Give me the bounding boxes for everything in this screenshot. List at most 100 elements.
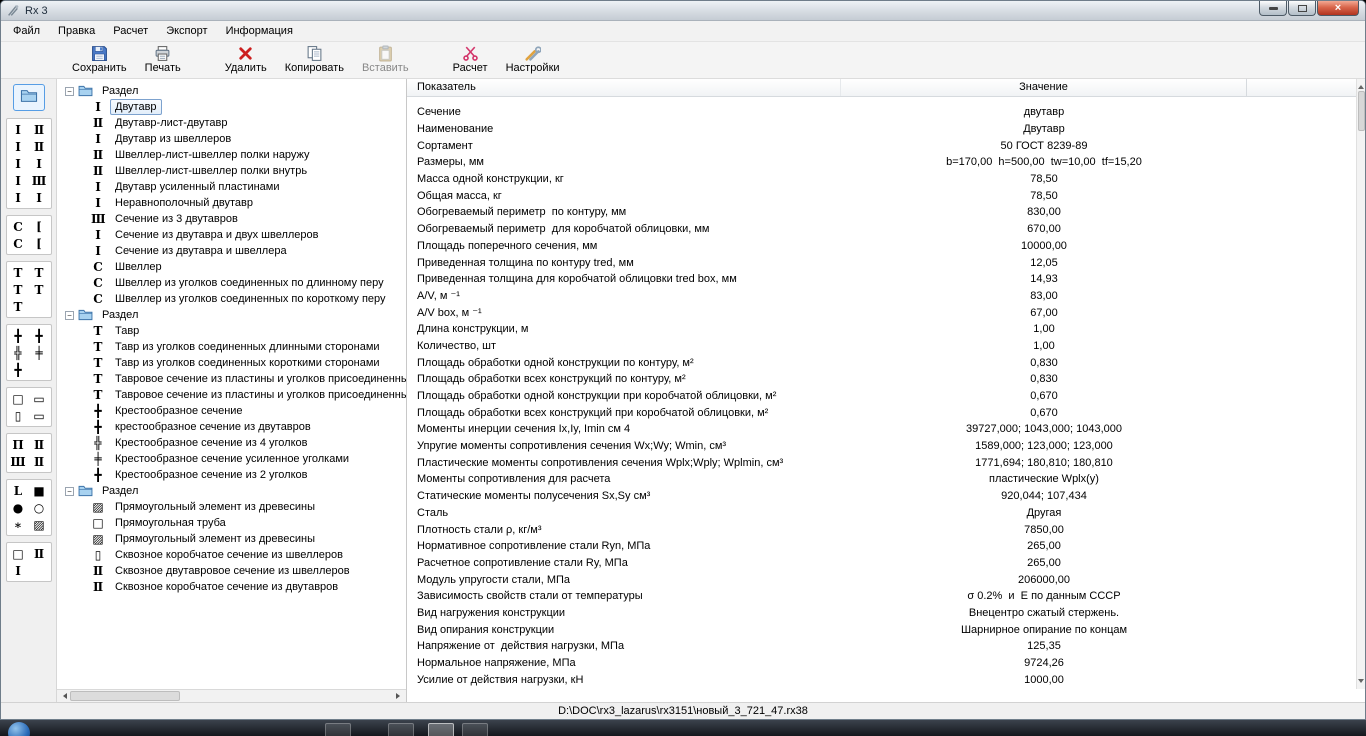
section-type-icon[interactable]: ╋	[8, 361, 29, 378]
tree-item[interactable]: ТТавр из уголков соединенных короткими с…	[65, 355, 406, 371]
section-type-icon[interactable]: Ⅱ	[29, 138, 50, 155]
section-type-icon[interactable]: ▭	[29, 407, 50, 424]
menu-info[interactable]: Информация	[217, 21, 302, 41]
table-row[interactable]: Нормальное напряжение, МПа9724,26	[407, 655, 1365, 672]
table-row[interactable]: Приведенная толщина по контуру tred, мм1…	[407, 254, 1365, 271]
section-type-icon[interactable]: ▨	[29, 516, 50, 533]
table-row[interactable]: Модуль упругости стали, МПа206000,00	[407, 571, 1365, 588]
section-type-icon[interactable]: ▭	[29, 390, 50, 407]
section-type-icon[interactable]: L	[8, 482, 29, 499]
section-type-icon[interactable]: Т	[8, 264, 29, 281]
section-type-icon[interactable]: Ⅱ	[29, 121, 50, 138]
table-row[interactable]: Пластические моменты сопротивления сечен…	[407, 454, 1365, 471]
taskbar-button[interactable]	[428, 723, 454, 736]
section-type-icon[interactable]: С	[8, 218, 29, 235]
tree-item[interactable]: ТТавровое сечение из пластины и уголков …	[65, 371, 406, 387]
section-type-icon[interactable]: ╋	[29, 327, 50, 344]
table-row[interactable]: Масса одной конструкции, кг78,50	[407, 171, 1365, 188]
section-type-icon[interactable]: ╬	[8, 344, 29, 361]
table-row[interactable]: Упругие моменты сопротивления сечения Wx…	[407, 438, 1365, 455]
section-type-icon[interactable]: ╪	[29, 344, 50, 361]
table-row[interactable]: Сечениедвутавр	[407, 104, 1365, 121]
section-type-icon[interactable]: Ⅲ	[29, 172, 50, 189]
table-row[interactable]: Обогреваемый периметр по контуру, мм830,…	[407, 204, 1365, 221]
table-row[interactable]: Площадь обработки всех конструкций при к…	[407, 404, 1365, 421]
table-row[interactable]: A/V, м ⁻¹83,00	[407, 288, 1365, 305]
table-row[interactable]: Количество, шт1,00	[407, 338, 1365, 355]
section-type-icon[interactable]: [	[29, 218, 50, 235]
table-row[interactable]: Плотность стали ρ, кг/м³7850,00	[407, 521, 1365, 538]
section-type-icon[interactable]: Ⅰ	[8, 121, 29, 138]
table-row[interactable]: Площадь поперечного сечения, мм10000,00	[407, 238, 1365, 255]
table-row[interactable]: Моменты инерции сечения Ix,Iy, Imin см 4…	[407, 421, 1365, 438]
section-type-icon[interactable]: Ⅰ	[8, 189, 29, 206]
calc-button[interactable]: Расчет	[444, 43, 497, 74]
tree-section-2[interactable]: −Раздел	[65, 307, 406, 323]
menu-export[interactable]: Экспорт	[157, 21, 216, 41]
close-button[interactable]: ×	[1317, 1, 1359, 16]
tree-item[interactable]: ╬Крестообразное сечение из 4 уголков	[65, 435, 406, 451]
table-row[interactable]: Моменты сопротивления для расчетапластич…	[407, 471, 1365, 488]
tree-item[interactable]: ТТавр	[65, 323, 406, 339]
start-button[interactable]	[8, 722, 30, 736]
menu-calc[interactable]: Расчет	[104, 21, 157, 41]
table-row[interactable]: Сортамент50 ГОСТ 8239-89	[407, 137, 1365, 154]
sidebar-sections-button[interactable]	[13, 84, 45, 111]
tree-item[interactable]: ╋Крестообразное сечение из 2 уголков	[65, 467, 406, 483]
section-type-icon[interactable]: Т	[29, 281, 50, 298]
tree-item[interactable]: □Прямоугольная труба	[65, 515, 406, 531]
table-row[interactable]: Площадь обработки одной конструкции по к…	[407, 354, 1365, 371]
tree-item[interactable]: ⅠНеравнополочный двутавр	[65, 195, 406, 211]
delete-button[interactable]: Удалить	[216, 43, 276, 74]
menu-file[interactable]: Файл	[4, 21, 49, 41]
scroll-right-button[interactable]	[393, 690, 406, 702]
tree-item[interactable]: ⅡСквозное коробчатое сечение из двутавро…	[65, 579, 406, 595]
tree-item[interactable]: СШвеллер из уголков соединенных по длинн…	[65, 275, 406, 291]
hscroll-thumb[interactable]	[70, 691, 180, 701]
section-type-icon[interactable]: Ⅰ	[8, 172, 29, 189]
tree-item[interactable]: СШвеллер из уголков соединенных по корот…	[65, 291, 406, 307]
tree-item[interactable]: ⅠДвутавр усиленный пластинами	[65, 179, 406, 195]
windows-taskbar[interactable]	[0, 720, 1366, 736]
section-type-icon[interactable]: ∗	[8, 516, 29, 533]
taskbar-button[interactable]	[325, 723, 351, 736]
table-row[interactable]: Зависимость свойств стали от температуры…	[407, 588, 1365, 605]
section-type-icon[interactable]: ╋	[8, 327, 29, 344]
table-row[interactable]: Размеры, ммb=170,00 h=500,00 tw=10,00 tf…	[407, 154, 1365, 171]
section-type-icon[interactable]: □	[8, 545, 29, 562]
section-type-icon[interactable]: Т	[8, 298, 29, 315]
section-type-icon[interactable]: Ⅱ	[29, 453, 50, 470]
tree-section-3[interactable]: −Раздел	[65, 483, 406, 499]
table-row[interactable]: Нормативное сопротивление стали Ryn, МПа…	[407, 538, 1365, 555]
copy-button[interactable]: Копировать	[276, 43, 353, 74]
save-button[interactable]: Сохранить	[63, 43, 136, 74]
table-row[interactable]: Вид опирания конструкцииШарнирное опиран…	[407, 621, 1365, 638]
column-header-value[interactable]: Значение	[841, 79, 1247, 96]
table-vscrollbar[interactable]	[1356, 79, 1365, 689]
tree-item[interactable]: ⅠДвутавр	[65, 99, 406, 115]
section-type-icon[interactable]: Ⅱ	[29, 436, 50, 453]
tree-item[interactable]: ╋Крестообразное сечение	[65, 403, 406, 419]
collapse-icon[interactable]: −	[65, 311, 74, 320]
vscroll-thumb[interactable]	[1358, 91, 1365, 131]
tree-item[interactable]: ⅠДвутавр из швеллеров	[65, 131, 406, 147]
section-type-icon[interactable]: □	[8, 390, 29, 407]
table-row[interactable]: Общая масса, кг78,50	[407, 187, 1365, 204]
section-type-icon[interactable]: Ⅰ	[29, 155, 50, 172]
tree-section-1[interactable]: −Раздел	[65, 83, 406, 99]
section-type-icon[interactable]: ○	[29, 499, 50, 516]
section-type-icon[interactable]: ●	[8, 499, 29, 516]
column-header-property[interactable]: Показатель	[407, 79, 841, 96]
tree-item[interactable]: ⅡШвеллер-лист-швеллер полки наружу	[65, 147, 406, 163]
section-type-icon[interactable]: Ⅰ	[8, 155, 29, 172]
table-row[interactable]: Обогреваемый периметр для коробчатой обл…	[407, 221, 1365, 238]
tree-item[interactable]: ╪Крестообразное сечение усиленное уголка…	[65, 451, 406, 467]
print-button[interactable]: Печать	[136, 43, 190, 74]
tree-hscrollbar[interactable]	[57, 689, 406, 702]
hscroll-track[interactable]	[180, 690, 393, 702]
section-type-icon[interactable]: ■	[29, 482, 50, 499]
tree-item[interactable]: ТТавровое сечение из пластины и уголков …	[65, 387, 406, 403]
table-row[interactable]: СтальДругая	[407, 505, 1365, 522]
table-row[interactable]: НаименованиеДвутавр	[407, 121, 1365, 138]
tree-item[interactable]: ⅠСечение из двутавра и двух швеллеров	[65, 227, 406, 243]
